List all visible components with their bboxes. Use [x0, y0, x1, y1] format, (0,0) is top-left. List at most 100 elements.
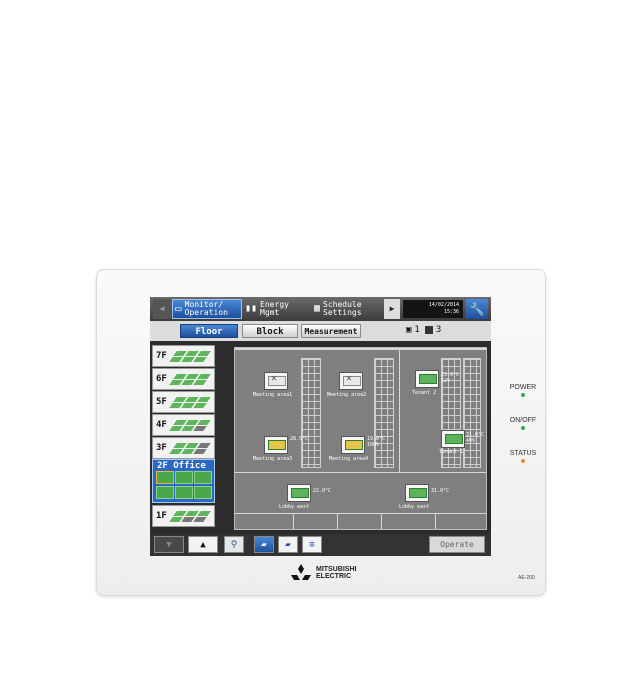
zoom-button[interactable]: ⚲	[224, 536, 244, 553]
unit-label: Tenant 1	[439, 449, 464, 455]
floor-item-6f[interactable]: 6F	[152, 368, 215, 390]
operate-button[interactable]: Operate	[429, 536, 485, 553]
block-tile[interactable]	[194, 471, 212, 484]
floor-label: 1F	[156, 511, 167, 521]
down-arrow-icon: ▼	[166, 539, 172, 550]
onoff-led	[521, 426, 525, 430]
tab-floor[interactable]: Floor	[180, 324, 238, 338]
calendar-icon: ▦	[314, 303, 321, 314]
ac-unit-lobby-west[interactable]	[287, 484, 311, 502]
unit-label: Meeting area2	[327, 392, 367, 398]
tab-block[interactable]: Block	[242, 324, 298, 338]
touch-screen: ◀ ▭ Monitor/ Operation ▮▮ Energy Mgmt ▦ …	[150, 297, 491, 556]
floor-thumbnail	[169, 511, 211, 523]
nav-next-button[interactable]: ▶	[384, 299, 400, 319]
model-number: AE-200	[518, 575, 535, 581]
window-grid	[301, 358, 321, 468]
unit-temp: 28.5°C	[290, 436, 309, 442]
floor-item-1f[interactable]: 1F	[152, 505, 215, 527]
onoff-indicator: ON/OFF	[506, 417, 540, 430]
ac-unit-meeting-area2[interactable]	[339, 372, 363, 390]
brand-text: MITSUBISHI ELECTRIC	[316, 566, 357, 580]
brand-logo-area: MITSUBISHI ELECTRIC	[290, 564, 356, 582]
wall	[399, 348, 400, 472]
floor-plan-map: Meeting area1 Meeting area2 23.0°C52% Te…	[234, 347, 487, 530]
date-text: 14/02/2014	[428, 302, 459, 308]
status-indicator: STATUS	[506, 450, 540, 463]
floor-thumbnail	[169, 420, 211, 432]
nav-schedule-settings[interactable]: ▦ Schedule Settings	[312, 299, 382, 319]
floor-label: 5F	[156, 397, 167, 407]
next-arrow-icon: ▶	[389, 304, 395, 313]
wall	[381, 513, 382, 529]
unit-label: Meeting area4	[329, 456, 369, 462]
bar-chart-icon: ▮▮	[245, 303, 258, 314]
tab-measurement[interactable]: Measurement	[301, 324, 361, 338]
up-arrow-icon: ▲	[200, 539, 206, 550]
onoff-label: ON/OFF	[509, 417, 537, 424]
unit-temp: 23.0°C 52%	[441, 372, 460, 384]
wall	[337, 513, 338, 529]
floor-item-3f[interactable]: 3F	[152, 437, 215, 459]
group-count-icon: ▣	[406, 325, 412, 335]
floor-label: 4F	[156, 420, 167, 430]
view-mode-1-button[interactable]: ▰	[254, 536, 274, 553]
view-mode-2-button[interactable]: ▰	[278, 536, 298, 553]
status-label: STATUS	[509, 450, 537, 457]
floor-item-7f[interactable]: 7F	[152, 345, 215, 367]
view-tab-bar: Floor Block Measurement ▣ 1 3	[150, 321, 491, 341]
floor-label: 7F	[156, 351, 167, 361]
ac-unit-lobby-east[interactable]	[405, 484, 429, 502]
block-count: 3	[435, 325, 442, 335]
zoom-icon: ⚲	[230, 539, 238, 550]
top-nav-bar: ◀ ▭ Monitor/ Operation ▮▮ Energy Mgmt ▦ …	[150, 297, 491, 321]
ac-unit-meeting-area3[interactable]	[264, 436, 288, 454]
block-tile[interactable]	[175, 471, 193, 484]
floor-scroll-down-button[interactable]: ▼	[154, 536, 184, 553]
view-mode-3-button[interactable]: ≡	[302, 536, 322, 553]
setup-button[interactable]: 🔧	[466, 299, 488, 319]
unit-label: Meeting area1	[253, 392, 293, 398]
layer-view-icon: ▰	[285, 539, 291, 550]
block-tile[interactable]	[175, 486, 193, 499]
monitor-icon: ▭	[175, 302, 182, 315]
nav-energy-mgmt[interactable]: ▮▮ Energy Mgmt	[243, 299, 309, 319]
floor-thumbnail	[169, 374, 211, 386]
layer-view-icon: ≡	[309, 539, 315, 550]
power-label: POWER	[509, 384, 537, 391]
unit-label: Lobby east	[399, 504, 430, 510]
block-tile[interactable]	[156, 471, 174, 484]
floor-label: 2F Office	[157, 461, 206, 471]
floor-item-4f[interactable]: 4F	[152, 414, 215, 436]
ac-unit-tenant-1[interactable]	[441, 430, 465, 448]
floor-item-5f[interactable]: 5F	[152, 391, 215, 413]
power-indicator: POWER	[506, 384, 540, 397]
ac-unit-tenant-2[interactable]	[415, 370, 439, 388]
wall	[235, 348, 486, 350]
unit-temp: 31.0°C 40%	[466, 432, 485, 444]
back-arrow-icon: ◀	[159, 304, 165, 313]
time-text: 15:36	[443, 309, 459, 315]
nav-schedule-label: Schedule Settings	[323, 300, 362, 317]
nav-back-button[interactable]: ◀	[153, 299, 171, 319]
bottom-toolbar: ▼ ▲ ⚲ ▰ ▰ ≡ Operate	[150, 534, 491, 556]
mitsubishi-logo-icon	[291, 564, 311, 580]
floor-list: 7F 6F 5F 4F 3F 2F Office 1F	[150, 343, 220, 533]
unit-temp: 22.0°C	[313, 488, 332, 494]
block-count-icon	[424, 326, 433, 334]
status-led	[521, 459, 525, 463]
wrench-icon: 🔧	[469, 302, 485, 316]
nav-monitor-operation[interactable]: ▭ Monitor/ Operation	[172, 299, 242, 319]
wall	[293, 513, 294, 529]
nav-energy-label: Energy Mgmt	[260, 300, 289, 317]
floor-item-2f-selected[interactable]: 2F Office	[152, 459, 215, 503]
floor-label: 6F	[156, 374, 167, 384]
floor-scroll-up-button[interactable]: ▲	[188, 536, 218, 553]
block-tile[interactable]	[156, 486, 174, 499]
block-tile[interactable]	[194, 486, 212, 499]
unit-label: Tenant 2	[412, 390, 437, 396]
ac-unit-meeting-area4[interactable]	[341, 436, 365, 454]
unit-label: Meeting area3	[253, 456, 293, 462]
power-led	[521, 393, 525, 397]
ac-unit-meeting-area1[interactable]	[264, 372, 288, 390]
